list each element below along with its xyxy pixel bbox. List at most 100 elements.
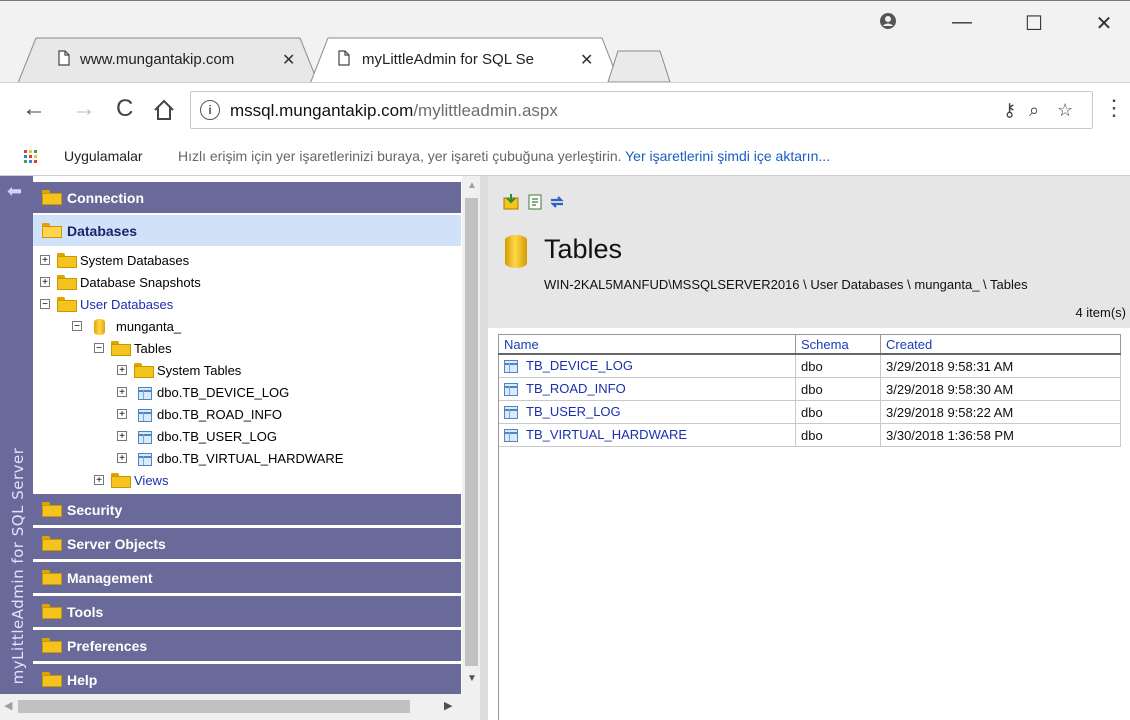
- collapse-icon[interactable]: −: [40, 299, 50, 310]
- section-management[interactable]: Management: [33, 562, 461, 594]
- import-bookmarks-link[interactable]: Yer işaretlerini şimdi içe aktarın...: [625, 148, 830, 164]
- address-bar[interactable]: i mssql.mungantakip.com/mylittleadmin.as…: [190, 91, 1093, 129]
- new-tab-button[interactable]: [604, 49, 672, 83]
- home-icon[interactable]: [153, 99, 175, 121]
- expand-icon[interactable]: +: [40, 277, 50, 288]
- tree-node-user-databases[interactable]: − User Databases: [40, 297, 340, 315]
- folder-icon: [57, 253, 77, 268]
- tree-node-table[interactable]: + dbo.TB_DEVICE_LOG: [117, 385, 417, 403]
- cell-name[interactable]: TB_ROAD_INFO: [498, 377, 796, 401]
- column-header-name[interactable]: Name: [498, 334, 796, 355]
- section-server-objects[interactable]: Server Objects: [33, 528, 461, 560]
- cell-name[interactable]: TB_USER_LOG: [498, 400, 796, 424]
- tree-node-system-databases[interactable]: + System Databases: [40, 253, 340, 271]
- bookmarks-hint: Hızlı erişim için yer işaretlerinizi bur…: [178, 148, 831, 164]
- table-link[interactable]: TB_DEVICE_LOG: [526, 358, 633, 373]
- folder-icon: [42, 672, 62, 687]
- tree-label: User Databases: [80, 297, 174, 312]
- close-window-button[interactable]: ✕: [1084, 11, 1124, 39]
- key-icon[interactable]: ⚷: [1003, 100, 1016, 121]
- grid-left-border: [498, 356, 499, 720]
- expand-icon[interactable]: +: [117, 387, 127, 398]
- tree-node-table[interactable]: + dbo.TB_VIRTUAL_HARDWARE: [117, 451, 417, 469]
- back-arrow-icon[interactable]: ←: [22, 95, 46, 123]
- scroll-down-icon[interactable]: ▼: [467, 673, 477, 684]
- table-row[interactable]: TB_DEVICE_LOG dbo 3/29/2018 9:58:31 AM: [498, 354, 1121, 378]
- expand-icon[interactable]: +: [117, 453, 127, 464]
- zoom-icon[interactable]: ⌕: [1029, 100, 1039, 121]
- scroll-up-icon[interactable]: ▲: [467, 180, 477, 191]
- collapse-icon[interactable]: −: [94, 343, 104, 354]
- tree-node-table[interactable]: + dbo.TB_ROAD_INFO: [117, 407, 417, 425]
- tree-node-tables[interactable]: − Tables: [94, 341, 394, 359]
- tree-vertical-scrollbar[interactable]: ▲ ▼: [462, 176, 480, 694]
- tree-label: System Databases: [80, 253, 190, 268]
- cell-schema: dbo: [795, 400, 881, 424]
- folder-open-icon: [42, 223, 62, 238]
- info-icon[interactable]: i: [200, 100, 220, 120]
- section-security[interactable]: Security: [33, 494, 461, 526]
- cell-schema: dbo: [795, 423, 881, 447]
- table-link[interactable]: TB_USER_LOG: [526, 404, 621, 419]
- scroll-right-icon[interactable]: ▶: [444, 699, 452, 712]
- database-icon: [94, 319, 105, 335]
- scroll-left-icon[interactable]: ◀: [4, 699, 12, 712]
- tree-label: Views: [134, 473, 169, 488]
- url-text[interactable]: mssql.mungantakip.com/mylittleadmin.aspx: [230, 101, 558, 121]
- expand-icon[interactable]: +: [117, 365, 127, 376]
- collapse-arrow-icon[interactable]: ⬅: [7, 181, 22, 202]
- forward-arrow-icon[interactable]: →: [72, 95, 96, 123]
- menu-dots-icon[interactable]: ⋮: [1103, 95, 1125, 121]
- section-label: Connection: [67, 190, 144, 206]
- collapse-icon[interactable]: −: [72, 321, 82, 332]
- expand-icon[interactable]: +: [94, 475, 104, 486]
- tab-mungantakip[interactable]: www.mungantakip.com ✕: [18, 37, 318, 83]
- column-header-created[interactable]: Created: [880, 334, 1121, 355]
- cell-name[interactable]: TB_DEVICE_LOG: [498, 354, 796, 378]
- section-tools[interactable]: Tools: [33, 596, 461, 628]
- expand-icon[interactable]: +: [40, 255, 50, 266]
- section-connection[interactable]: Connection: [33, 182, 461, 214]
- section-help[interactable]: Help: [33, 664, 461, 696]
- table-row[interactable]: TB_ROAD_INFO dbo 3/29/2018 9:58:30 AM: [498, 377, 1121, 401]
- section-databases[interactable]: Databases: [33, 215, 461, 247]
- refresh-icon[interactable]: [549, 194, 565, 210]
- scroll-thumb[interactable]: [18, 700, 410, 713]
- tree-node-database-snapshots[interactable]: + Database Snapshots: [40, 275, 340, 293]
- cell-created: 3/30/2018 1:36:58 PM: [880, 423, 1121, 447]
- tree-node-database[interactable]: − munganta_: [72, 319, 372, 337]
- table-link[interactable]: TB_VIRTUAL_HARDWARE: [526, 427, 687, 442]
- folder-icon: [42, 536, 62, 551]
- tree-node-views[interactable]: + Views: [94, 473, 394, 491]
- table-link[interactable]: TB_ROAD_INFO: [526, 381, 626, 396]
- section-preferences[interactable]: Preferences: [33, 630, 461, 662]
- panel-splitter[interactable]: [480, 176, 488, 720]
- table-icon: [138, 387, 152, 400]
- close-tab-icon[interactable]: ✕: [580, 50, 593, 70]
- sidebar-strip: ⬅ myLittleAdmin for SQL Server: [0, 176, 33, 694]
- column-header-schema[interactable]: Schema: [795, 334, 881, 355]
- star-icon[interactable]: ☆: [1057, 100, 1073, 121]
- close-tab-icon[interactable]: ✕: [282, 50, 295, 70]
- section-label: Management: [67, 570, 153, 586]
- reload-icon[interactable]: C: [116, 95, 133, 123]
- table-row[interactable]: TB_VIRTUAL_HARDWARE dbo 3/30/2018 1:36:5…: [498, 423, 1121, 447]
- new-table-icon[interactable]: [503, 194, 519, 210]
- profile-icon[interactable]: [878, 11, 898, 31]
- apps-link[interactable]: Uygulamalar: [64, 148, 143, 164]
- tree-horizontal-scrollbar[interactable]: ◀ ▶: [0, 694, 480, 720]
- maximize-button[interactable]: ☐: [1014, 11, 1054, 39]
- script-icon[interactable]: [527, 194, 543, 210]
- scroll-thumb[interactable]: [465, 198, 478, 666]
- apps-grid-icon[interactable]: [24, 150, 38, 164]
- expand-icon[interactable]: +: [117, 431, 127, 442]
- table-row[interactable]: TB_USER_LOG dbo 3/29/2018 9:58:22 AM: [498, 400, 1121, 424]
- tab-mylittleadmin[interactable]: myLittleAdmin for SQL Se ✕: [310, 37, 620, 83]
- tree-node-system-tables[interactable]: + System Tables: [117, 363, 417, 381]
- expand-icon[interactable]: +: [117, 409, 127, 420]
- tree-node-table[interactable]: + dbo.TB_USER_LOG: [117, 429, 417, 447]
- cell-created: 3/29/2018 9:58:22 AM: [880, 400, 1121, 424]
- content-panel: Tables WIN-2KAL5MANFUD\MSSQLSERVER2016 \…: [488, 176, 1130, 720]
- cell-name[interactable]: TB_VIRTUAL_HARDWARE: [498, 423, 796, 447]
- minimize-button[interactable]: —: [942, 11, 982, 39]
